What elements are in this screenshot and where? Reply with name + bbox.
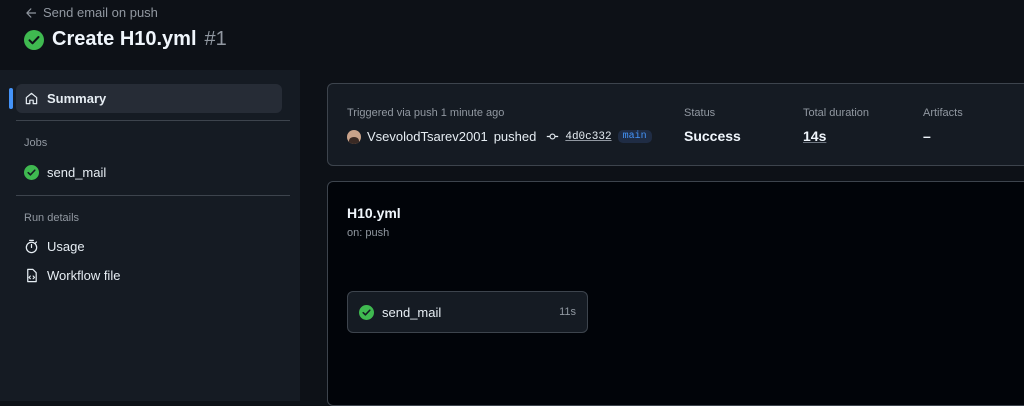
git-commit-icon: [547, 133, 559, 140]
sidebar-item-label: send_mail: [47, 165, 107, 180]
sidebar-item-usage[interactable]: Usage: [16, 232, 282, 261]
trigger-row: VsevolodTsarev2001 pushed 4d0c332 main: [347, 129, 652, 144]
artifacts-value: –: [923, 128, 931, 144]
status-label: Status: [684, 107, 716, 119]
avatar[interactable]: [347, 129, 361, 144]
active-indicator: [9, 88, 13, 109]
commit-sha-link[interactable]: 4d0c332: [565, 131, 611, 143]
job-name: send_mail: [382, 305, 442, 320]
job-node-send-mail[interactable]: send_mail 11s: [347, 291, 588, 333]
jobs-heading: Jobs: [24, 137, 48, 149]
sidebar-item-summary[interactable]: Summary: [16, 84, 282, 113]
sidebar-item-label: Summary: [47, 91, 107, 106]
back-link-label[interactable]: Send email on push: [43, 5, 158, 20]
divider: [16, 195, 290, 196]
check-circle-icon: [24, 165, 39, 180]
run-title-row: Create H10.yml #1: [24, 28, 227, 51]
run-details-heading: Run details: [24, 212, 80, 224]
stopwatch-icon: [25, 239, 38, 254]
workflow-trigger: on: push: [347, 227, 390, 239]
run-number: #1: [204, 28, 227, 50]
sidebar-item-label: Workflow file: [47, 268, 121, 283]
sidebar-item-workflow-file[interactable]: Workflow file: [16, 261, 282, 290]
workflow-name: H10.yml: [347, 205, 401, 221]
sidebar-item-label: Usage: [47, 239, 85, 254]
page-header: Send email on push Create H10.yml #1: [0, 0, 1024, 70]
job-duration: 11s: [559, 306, 576, 318]
workflow-graph-card: H10.yml on: push send_mail 11s: [327, 181, 1024, 406]
run-summary-card: Triggered via push 1 minute ago Vsevolod…: [327, 83, 1024, 166]
back-link[interactable]: Send email on push: [25, 5, 158, 20]
page-title: Create H10.yml: [52, 28, 197, 50]
trigger-text: Triggered via push 1 minute ago: [347, 107, 505, 119]
duration-value[interactable]: 14s: [803, 128, 826, 144]
duration-label: Total duration: [803, 107, 870, 119]
home-icon: [25, 92, 38, 105]
divider: [16, 120, 290, 121]
check-circle-icon: [24, 29, 44, 50]
artifacts-label: Artifacts: [923, 107, 963, 119]
status-value: Success: [684, 128, 741, 144]
check-circle-icon: [359, 305, 374, 320]
action-text: pushed: [493, 129, 537, 144]
actor-name[interactable]: VsevolodTsarev2001: [367, 129, 488, 144]
branch-badge[interactable]: main: [617, 130, 652, 143]
sidebar-item-send-mail[interactable]: send_mail: [16, 158, 282, 187]
sidebar: Summary Jobs send_mail Run details Usage…: [0, 70, 300, 401]
file-code-icon: [27, 268, 37, 283]
arrow-left-icon: [26, 7, 37, 18]
